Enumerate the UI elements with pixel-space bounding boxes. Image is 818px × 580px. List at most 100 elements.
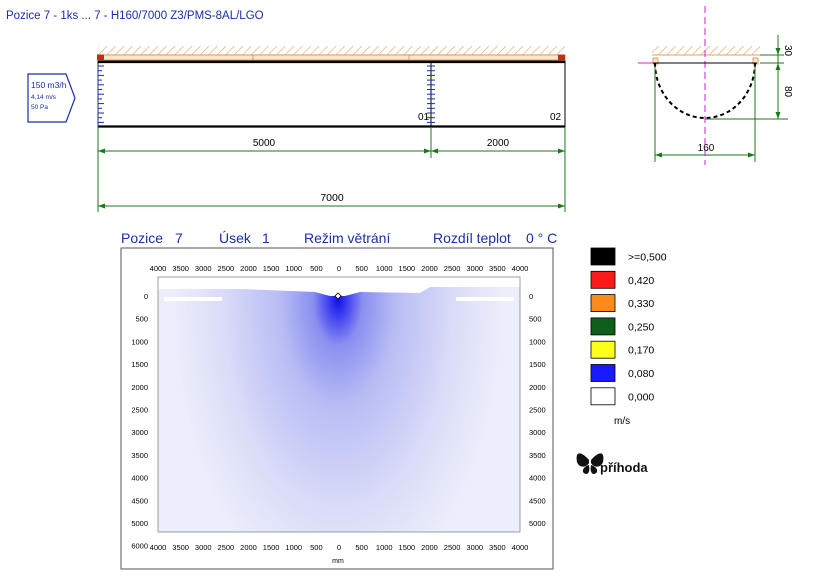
x-tick-label: 500 (310, 543, 323, 552)
x-tick-label: 1500 (399, 543, 416, 552)
legend-swatch (590, 340, 616, 359)
velocity-field (158, 277, 520, 532)
total-length: 7000 (320, 192, 344, 204)
diameter-dimension: 160 (698, 143, 715, 154)
pozice-value: 7 (175, 230, 183, 246)
y-tick-label: 3500 (131, 451, 148, 460)
y-tick-label: 3500 (529, 451, 546, 460)
x-tick-label: 1000 (376, 264, 393, 273)
x-tick-label: 2500 (218, 543, 235, 552)
x-tick-label: 3500 (172, 543, 189, 552)
velocity-plot: 4000 3500 3000 2500 2000 1500 1000 500 0 500 1000 1… (120, 247, 554, 570)
y-tick-label: 1500 (529, 360, 546, 369)
x-tick-label: 3500 (172, 264, 189, 273)
x-tick-label: 2000 (240, 264, 257, 273)
mount-cap-right (558, 54, 565, 60)
x-tick-label: 4000 (512, 543, 529, 552)
y-tick-label: 0 (529, 292, 533, 301)
legend-swatch (590, 387, 616, 406)
y-tick-label: 6000 (131, 542, 148, 551)
x-tick-label: 1000 (285, 264, 302, 273)
segment-length-1: 5000 (253, 138, 276, 149)
brand-logo: příhoda (576, 453, 648, 475)
y-tick-label: 1500 (131, 360, 148, 369)
legend-unit: m/s (614, 416, 630, 427)
inlet-flow: 150 m3/h (31, 80, 67, 90)
segment-length-2: 2000 (487, 138, 510, 149)
legend-label: 0,170 (628, 345, 654, 357)
inlet-velocity: 4,14 m/s (31, 94, 57, 101)
y-tick-label: 3000 (131, 428, 148, 437)
temp-label: Rozdíl teplot (433, 230, 511, 246)
x-tick-label: 3000 (195, 264, 212, 273)
x-tick-label: 4000 (150, 543, 167, 552)
velocity-legend: >=0,500 0,420 0,330 0,250 0,170 0,080 0,000 (590, 247, 667, 406)
x-tick-label: 3000 (466, 264, 483, 273)
x-tick-label: 0 (337, 264, 341, 273)
temp-value: 0 ° C (526, 230, 557, 246)
x-tick-label: 1500 (263, 264, 280, 273)
x-tick-label: 1000 (376, 543, 393, 552)
legend-label: 0,000 (628, 391, 654, 403)
duct-diagram: 01 02 150 m3/h 4,14 m/s 50 Pa 5000 2000 … (27, 46, 566, 212)
y-tick-label: 500 (529, 315, 542, 324)
y-tick-label: 500 (135, 315, 148, 324)
y-tick-label: 4000 (529, 474, 546, 483)
page-title: Pozice 7 - 1ks ... 7 - H160/7000 Z3/PMS-… (6, 10, 264, 22)
legend-label: >=0,500 (628, 252, 667, 264)
legend-swatch (590, 294, 616, 313)
x-tick-labels-bottom: 4000 3500 3000 2500 2000 1500 1000 500 0 500 1000 1… (150, 543, 529, 552)
x-tick-label: 1500 (263, 543, 280, 552)
logo-text: příhoda (600, 460, 648, 475)
height-dimension: 80 (782, 86, 793, 98)
legend-label: 0,420 (628, 275, 654, 287)
inlet-pressure: 50 Pa (31, 104, 48, 111)
x-tick-label: 3000 (195, 543, 212, 552)
y-tick-label: 5000 (131, 519, 148, 528)
legend-swatch (590, 270, 616, 289)
x-tick-label: 4000 (150, 264, 167, 273)
legend-swatch (590, 247, 616, 266)
y-tick-label: 4000 (131, 474, 148, 483)
x-axis-unit: mm (332, 558, 344, 565)
section-label-02: 02 (550, 112, 562, 123)
y-tick-label: 2500 (529, 406, 546, 415)
x-tick-label: 500 (355, 264, 368, 273)
y-tick-label: 2000 (529, 383, 546, 392)
y-tick-label: 1000 (131, 337, 148, 346)
mode-label: Režim větrání (304, 230, 390, 246)
x-tick-label: 0 (337, 543, 341, 552)
y-tick-label: 4500 (529, 496, 546, 505)
y-tick-label: 2500 (131, 406, 148, 415)
legend-swatch (590, 364, 616, 382)
x-tick-label: 1500 (399, 264, 416, 273)
x-tick-label: 3000 (466, 543, 483, 552)
x-tick-label: 2500 (444, 264, 461, 273)
x-tick-label: 2000 (421, 264, 438, 273)
legend-label: 0,250 (628, 321, 654, 333)
x-tick-labels-top: 4000 3500 3000 2500 2000 1500 1000 500 0 500 1000 1… (150, 264, 529, 273)
y-tick-label: 0 (144, 292, 148, 301)
legend-label: 0,080 (628, 368, 654, 380)
y-tick-label: 3000 (529, 428, 546, 437)
usek-label: Úsek (219, 230, 252, 246)
plot-header: Pozice 7 Úsek 1 Režim větrání Rozdíl tep… (121, 230, 557, 246)
y-tick-label: 5000 (529, 519, 546, 528)
ceiling-hatch (98, 46, 565, 55)
legend-label: 0,330 (628, 298, 654, 310)
y-tick-label: 4500 (131, 496, 148, 505)
x-tick-label: 500 (355, 543, 368, 552)
x-tick-label: 2000 (240, 543, 257, 552)
x-tick-label: 2500 (444, 543, 461, 552)
cross-section-diagram: 30 80 160 (638, 6, 793, 165)
usek-value: 1 (262, 230, 270, 246)
x-tick-label: 4000 (512, 264, 529, 273)
mount-strip (97, 54, 566, 61)
duct-body (97, 60, 566, 128)
x-tick-label: 2500 (218, 264, 235, 273)
x-tick-label: 500 (310, 264, 323, 273)
y-tick-label: 1000 (529, 337, 546, 346)
x-tick-label: 1000 (285, 543, 302, 552)
cross-section-ceiling-hatch (652, 46, 760, 55)
legend-swatch (590, 317, 616, 336)
